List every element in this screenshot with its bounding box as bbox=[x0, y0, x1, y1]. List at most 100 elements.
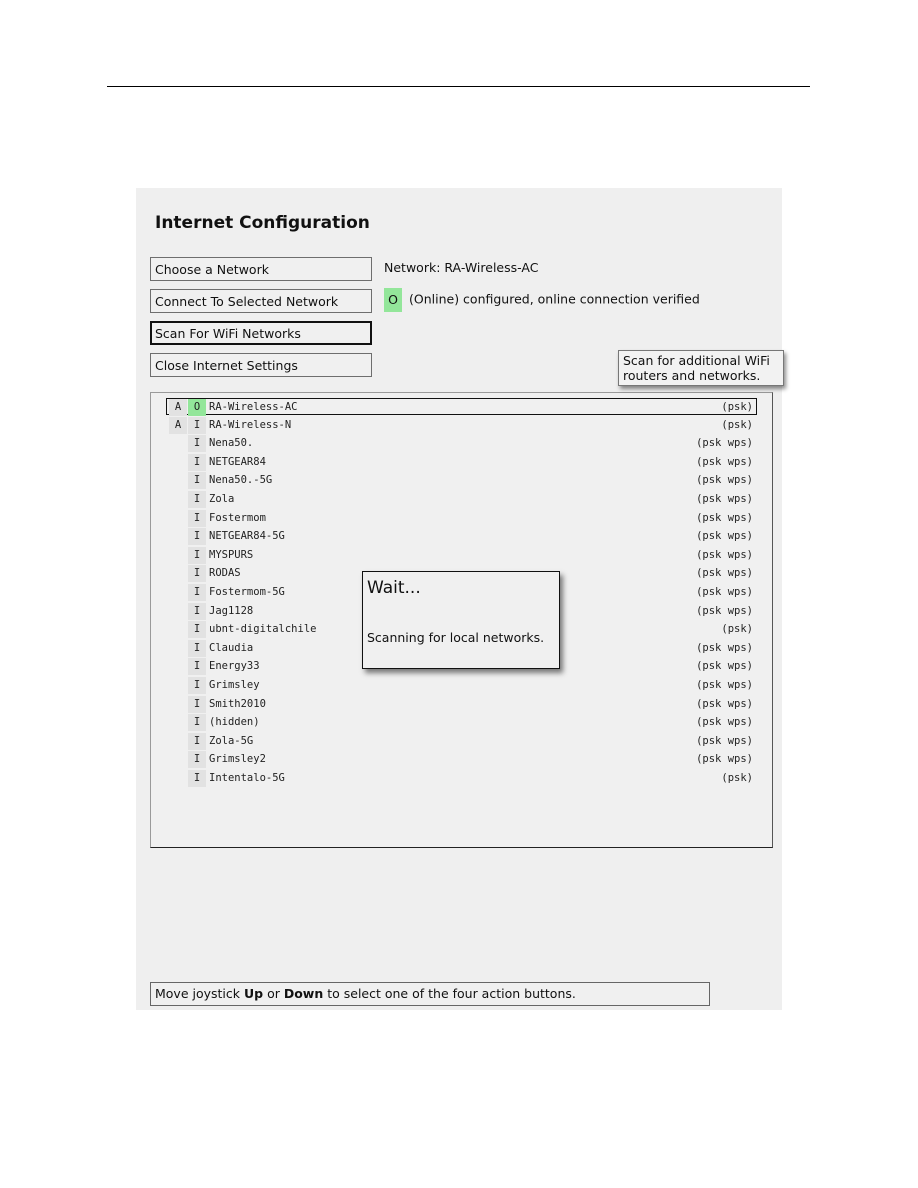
network-state-flag: I bbox=[188, 639, 206, 657]
page-header-rule bbox=[107, 86, 810, 87]
network-security: (psk) bbox=[721, 401, 753, 413]
tooltip-line-1: Scan for additional WiFi bbox=[623, 353, 770, 368]
network-name: NETGEAR84 bbox=[209, 455, 266, 468]
help-bar: Move joystick Up or Down to select one o… bbox=[150, 982, 710, 1006]
network-name: Nena50. bbox=[209, 437, 254, 450]
network-security: (psk wps) bbox=[696, 530, 753, 543]
network-state-flag: I bbox=[188, 677, 206, 694]
network-state-flag: I bbox=[188, 472, 206, 490]
network-name: RA-Wireless-AC bbox=[209, 401, 298, 413]
network-state-flag: I bbox=[188, 546, 206, 564]
network-security: (psk wps) bbox=[696, 474, 753, 487]
help-text-2: or bbox=[263, 986, 284, 1001]
network-security: (psk wps) bbox=[696, 548, 753, 561]
network-security: (psk wps) bbox=[696, 586, 753, 598]
network-row[interactable]: I Nena50.-5G (psk wps) bbox=[167, 472, 756, 490]
network-security: (psk wps) bbox=[696, 660, 753, 673]
network-name: Zola-5G bbox=[209, 734, 254, 747]
network-name: RODAS bbox=[209, 567, 241, 580]
network-row[interactable]: I MYSPURS (psk wps) bbox=[167, 546, 756, 564]
network-row[interactable]: I (hidden) (psk wps) bbox=[167, 714, 756, 732]
network-name: RA-Wireless-N bbox=[209, 418, 292, 431]
close-internet-settings-button[interactable]: Close Internet Settings bbox=[150, 353, 372, 377]
network-security: (psk wps) bbox=[696, 567, 753, 580]
network-security: (psk wps) bbox=[696, 604, 753, 617]
network-state-flag: I bbox=[188, 770, 206, 787]
network-row[interactable]: I Intentalo-5G (psk) bbox=[167, 770, 756, 787]
network-security: (psk wps) bbox=[696, 716, 753, 729]
help-text-1: Move joystick bbox=[155, 986, 244, 1001]
network-row[interactable]: I Grimsley2 (psk wps) bbox=[167, 751, 756, 769]
network-row[interactable]: A O RA-Wireless-AC (psk) bbox=[166, 398, 757, 416]
network-state-flag: I bbox=[188, 621, 206, 639]
network-row[interactable]: I Fostermom (psk wps) bbox=[167, 509, 756, 527]
network-security: (psk wps) bbox=[696, 511, 753, 524]
scan-wifi-networks-button[interactable]: Scan For WiFi Networks bbox=[150, 321, 372, 345]
network-row[interactable]: I Grimsley (psk wps) bbox=[167, 677, 756, 694]
network-name: MYSPURS bbox=[209, 548, 254, 561]
connection-status: O (Online) configured, online connection … bbox=[384, 288, 700, 312]
network-state-flag: I bbox=[188, 528, 206, 546]
network-row[interactable]: I NETGEAR84 (psk wps) bbox=[167, 453, 756, 471]
network-security: (psk wps) bbox=[696, 437, 753, 450]
autoconnect-flag: A bbox=[169, 399, 187, 416]
network-security: (psk wps) bbox=[696, 697, 753, 710]
network-state-flag: I bbox=[188, 435, 206, 453]
network-security: (psk wps) bbox=[696, 679, 753, 691]
choose-network-button[interactable]: Choose a Network bbox=[150, 257, 372, 281]
tooltip-line-2: routers and networks. bbox=[623, 368, 761, 383]
network-state-flag: I bbox=[188, 602, 206, 620]
connect-selected-network-button[interactable]: Connect To Selected Network bbox=[150, 289, 372, 313]
network-state-flag: I bbox=[188, 584, 206, 601]
online-status-badge: O bbox=[384, 288, 402, 312]
network-row[interactable]: I NETGEAR84-5G (psk wps) bbox=[167, 528, 756, 546]
network-state-flag: I bbox=[188, 491, 206, 508]
network-row[interactable]: I Zola (psk wps) bbox=[167, 491, 756, 508]
network-name: Smith2010 bbox=[209, 697, 266, 710]
network-security: (psk wps) bbox=[696, 493, 753, 505]
network-row[interactable]: I Nena50. (psk wps) bbox=[167, 435, 756, 453]
autoconnect-flag: A bbox=[169, 416, 187, 434]
network-state-flag: I bbox=[188, 658, 206, 676]
internet-configuration-screen: Internet Configuration Choose a Network … bbox=[136, 188, 784, 1010]
network-label: Network: RA-Wireless-AC bbox=[384, 260, 539, 275]
network-state-flag: I bbox=[188, 453, 206, 471]
network-name: ubnt-digitalchile bbox=[209, 623, 317, 636]
network-name: Intentalo-5G bbox=[209, 772, 285, 784]
network-name: Nena50.-5G bbox=[209, 474, 273, 487]
network-name: Fostermom bbox=[209, 511, 266, 524]
connection-status-text: (Online) configured, online connection v… bbox=[409, 291, 700, 307]
network-name: (hidden) bbox=[209, 716, 260, 729]
network-security: (psk wps) bbox=[696, 455, 753, 468]
dialog-title: Wait... bbox=[367, 578, 421, 598]
network-state-flag: I bbox=[188, 732, 206, 750]
network-name: Zola bbox=[209, 493, 235, 505]
network-state-flag: I bbox=[188, 565, 206, 583]
network-state-flag: I bbox=[188, 509, 206, 527]
network-name: Claudia bbox=[209, 641, 254, 654]
network-name: Fostermom-5G bbox=[209, 586, 285, 598]
network-state-flag: I bbox=[188, 695, 206, 713]
wait-dialog: Wait... Scanning for local networks. bbox=[362, 571, 560, 669]
network-name: Grimsley2 bbox=[209, 753, 266, 766]
network-name: Jag1128 bbox=[209, 604, 254, 617]
network-security: (psk) bbox=[721, 623, 753, 636]
help-key-up: Up bbox=[243, 986, 264, 1001]
network-security: (psk) bbox=[721, 418, 753, 431]
network-row[interactable]: I Zola-5G (psk wps) bbox=[167, 732, 756, 750]
network-state-flag: I bbox=[188, 751, 206, 769]
network-state-flag: I bbox=[188, 714, 206, 732]
network-state-flag: O bbox=[188, 399, 206, 416]
page-title: Internet Configuration bbox=[155, 213, 370, 233]
network-security: (psk wps) bbox=[696, 641, 753, 654]
network-security: (psk wps) bbox=[696, 753, 753, 766]
network-security: (psk wps) bbox=[696, 734, 753, 747]
help-key-down: Down bbox=[283, 986, 324, 1001]
dialog-message: Scanning for local networks. bbox=[367, 630, 545, 645]
scan-tooltip: Scan for additional WiFi routers and net… bbox=[618, 350, 784, 386]
help-text-3: to select one of the four action buttons… bbox=[323, 986, 576, 1001]
network-name: NETGEAR84-5G bbox=[209, 530, 285, 543]
network-security: (psk) bbox=[721, 772, 753, 784]
network-row[interactable]: I Smith2010 (psk wps) bbox=[167, 695, 756, 713]
network-row[interactable]: A I RA-Wireless-N (psk) bbox=[167, 416, 756, 434]
